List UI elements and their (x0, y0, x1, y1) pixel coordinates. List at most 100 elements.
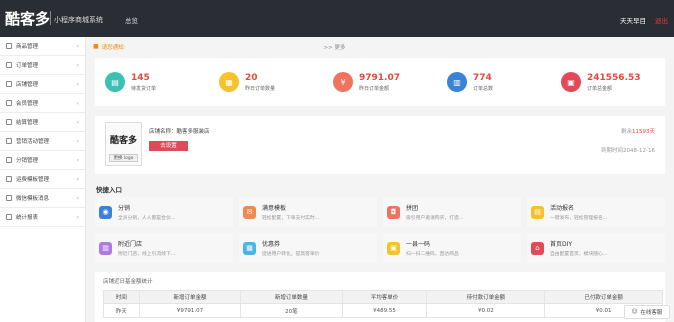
table-cell: 昨天 (103, 303, 140, 318)
quick-item-title: 拼团 (406, 205, 419, 212)
stats-table: 时间 新增订单金额 新增订单数量 平均客单价 待付款订单金额 已付款订单金额 昨… (103, 290, 663, 318)
table-header: 待付款订单金额 (426, 290, 546, 304)
members-icon (6, 100, 12, 106)
quick-item-title: 首页DIY (550, 241, 573, 248)
chat-icon: ☺ (631, 309, 638, 315)
logout-link[interactable]: 退出 (655, 15, 668, 25)
stat-value: 20 (245, 72, 258, 83)
chevron-left-icon: ‹ (76, 80, 79, 88)
top-header: 酷客多 小程序商城系统 总览 天天早目 退出 (0, 0, 674, 37)
clipboard-icon: ▤ (531, 205, 544, 219)
quick-item-coupon[interactable]: ▦ 优惠券 促进用户转化，提高客单价 (239, 233, 377, 263)
qrcode-icon: ▣ (387, 241, 400, 255)
table-header: 已付款订单金额 (544, 290, 663, 304)
sidebar-item-label: 统计报表 (16, 215, 39, 221)
stat-label: 昨日订单数量 (245, 85, 276, 92)
table-header: 新增订单数量 (240, 290, 343, 304)
table-cell: ¥489.55 (341, 303, 428, 318)
quick-item-qrcode[interactable]: ▣ 一县一码扫一扫二维码，直达商品 (383, 233, 521, 263)
quick-item-template[interactable]: ✉ 满意模板 轻松配置，下单支付实时... (239, 197, 377, 227)
setup-button[interactable]: 去设置 (149, 141, 188, 151)
quick-item-activity[interactable]: ▤ 活动报名 一键发布，轻松管理报名... (527, 197, 665, 227)
stat-pending-shipment[interactable]: ▤ 145 待发货订单 (95, 58, 209, 106)
sidebar-item-label: 会员管理 (16, 101, 39, 107)
sidebar-item-label: 店铺管理 (16, 82, 39, 88)
table-cell: ¥0.02 (426, 303, 546, 318)
quick-item-distribution[interactable]: ◉ 分销 全员分销，人人都是合伙... (95, 197, 233, 227)
online-service-button[interactable]: ☺ 在线客服 (624, 305, 670, 319)
sidebar-item-label: 分销管理 (16, 158, 39, 164)
sidebar-item-label: 营销活动管理 (16, 139, 50, 145)
shop-info-card: 酷客多 更换 logo 店铺名称：酷客多服装店 去设置 剩余11593天 到期时… (95, 116, 665, 174)
wallet-icon: ▣ (561, 72, 581, 92)
orders-icon (6, 62, 12, 68)
nav-home-link[interactable]: 总览 (125, 15, 138, 25)
stat-label: 订单总数 (473, 85, 494, 92)
system-name: 小程序商城系统 (54, 16, 103, 24)
sidebar-item-shop[interactable]: 店铺管理 ‹ (0, 75, 85, 94)
stat-label: 订单总金额 (587, 85, 613, 92)
sidebar-item-distribution[interactable]: 分销管理 ‹ (0, 151, 85, 170)
quick-item-desc: 全员分销，人人都是合伙... (118, 216, 176, 221)
table-cell: ¥9791.07 (138, 303, 242, 318)
wechat-icon (6, 195, 12, 201)
remaining-days: 剩余11593天 (621, 127, 655, 135)
sidebar-item-label: 微信模板消息 (16, 196, 50, 202)
sidebar-item-reports[interactable]: 统计报表 ‹ (0, 208, 85, 227)
sidebar-item-shipping[interactable]: 运费模板管理 ‹ (0, 170, 85, 189)
quick-item-home-diy[interactable]: ⌂ 首页DIY 自由配置首页，模块随心... (527, 233, 665, 263)
table-header: 时间 (103, 290, 140, 304)
quick-item-group-buy[interactable]: ◘ 拼团 吸引用户邀请购买，打造... (383, 197, 521, 227)
quick-item-nearby-store[interactable]: ▥ 附近门店 附近门店，线上引流线下... (95, 233, 233, 263)
online-service-label: 在线客服 (640, 310, 663, 316)
stat-yesterday-orders[interactable]: ▦ 20 昨日订单数量 (209, 58, 323, 106)
change-logo-button[interactable]: 更换 logo (109, 154, 138, 162)
document-icon: ▥ (447, 72, 467, 92)
quick-item-desc: 附近门店，线上引流线下... (118, 252, 176, 257)
reports-icon (6, 214, 12, 220)
chevron-left-icon: ‹ (76, 42, 79, 50)
chevron-left-icon: ‹ (76, 99, 79, 107)
remaining-prefix: 剩余 (620, 129, 632, 135)
chevron-left-icon: ‹ (76, 194, 79, 202)
truck-icon: ▤ (105, 72, 125, 92)
share-icon: ◉ (99, 205, 112, 219)
stat-total-orders[interactable]: ▥ 774 订单总数 (437, 58, 551, 106)
stats-table-card: 店铺近日基金额统计 时间 新增订单金额 新增订单数量 平均客单价 待付款订单金额… (95, 272, 665, 322)
sidebar-item-members[interactable]: 会员管理 ‹ (0, 94, 85, 113)
settlement-icon (6, 119, 12, 125)
stat-value: 9791.07 (359, 72, 400, 83)
chevron-left-icon: ‹ (76, 61, 79, 69)
user-name[interactable]: 天天早目 (620, 15, 646, 25)
stat-total-amount[interactable]: ▣ 241556.53 订单总金额 (551, 58, 665, 106)
shop-logo: 酷客多 更换 logo (105, 122, 142, 166)
brand-logo[interactable]: 酷客多 (5, 8, 50, 29)
stats-card: ▤ 145 待发货订单 ▦ 20 昨日订单数量 ¥ 9791.07 昨日订单金额 ▥ … (95, 58, 665, 106)
chevron-left-icon: ‹ (76, 175, 79, 183)
quick-item-title: 一县一码 (406, 241, 431, 248)
quick-entry-title: 快捷入口 (96, 186, 122, 194)
notice-icon: ■ (93, 43, 99, 50)
table-header-row: 时间 新增订单金额 新增订单数量 平均客单价 待付款订单金额 已付款订单金额 (103, 290, 663, 304)
stat-value: 145 (131, 72, 150, 83)
stat-yesterday-amount[interactable]: ¥ 9791.07 昨日订单金额 (323, 58, 437, 106)
sidebar-item-orders[interactable]: 订单管理 ‹ (0, 56, 85, 75)
sidebar-item-wechat-templates[interactable]: 微信模板消息 ‹ (0, 189, 85, 208)
receipt-icon: ¥ (333, 72, 353, 92)
quick-item-desc: 扫一扫二维码，直达商品 (406, 252, 459, 257)
sidebar-item-goods[interactable]: 商品管理 ‹ (0, 37, 85, 56)
shop-icon (6, 81, 12, 87)
expire-date: 到期时间2048-12-16 (601, 148, 655, 154)
chevron-left-icon: ‹ (76, 213, 79, 221)
distribution-icon (6, 157, 12, 163)
sidebar-item-label: 运费模板管理 (16, 177, 50, 183)
sidebar-item-label: 商品管理 (16, 44, 39, 50)
sidebar: 商品管理 ‹ 订单管理 ‹ 店铺管理 ‹ 会员管理 ‹ 结算管理 ‹ 营销活动管理 ‹ 分销… (0, 37, 86, 322)
quick-item-title: 满意模板 (262, 205, 287, 212)
calendar-icon: ▦ (219, 72, 239, 92)
notice-more-link[interactable]: >> 更多 (324, 43, 346, 51)
stat-value: 241556.53 (587, 72, 641, 83)
sidebar-item-settlement[interactable]: 结算管理 ‹ (0, 113, 85, 132)
sidebar-item-marketing[interactable]: 营销活动管理 ‹ (0, 132, 85, 151)
shipping-icon (6, 176, 12, 182)
